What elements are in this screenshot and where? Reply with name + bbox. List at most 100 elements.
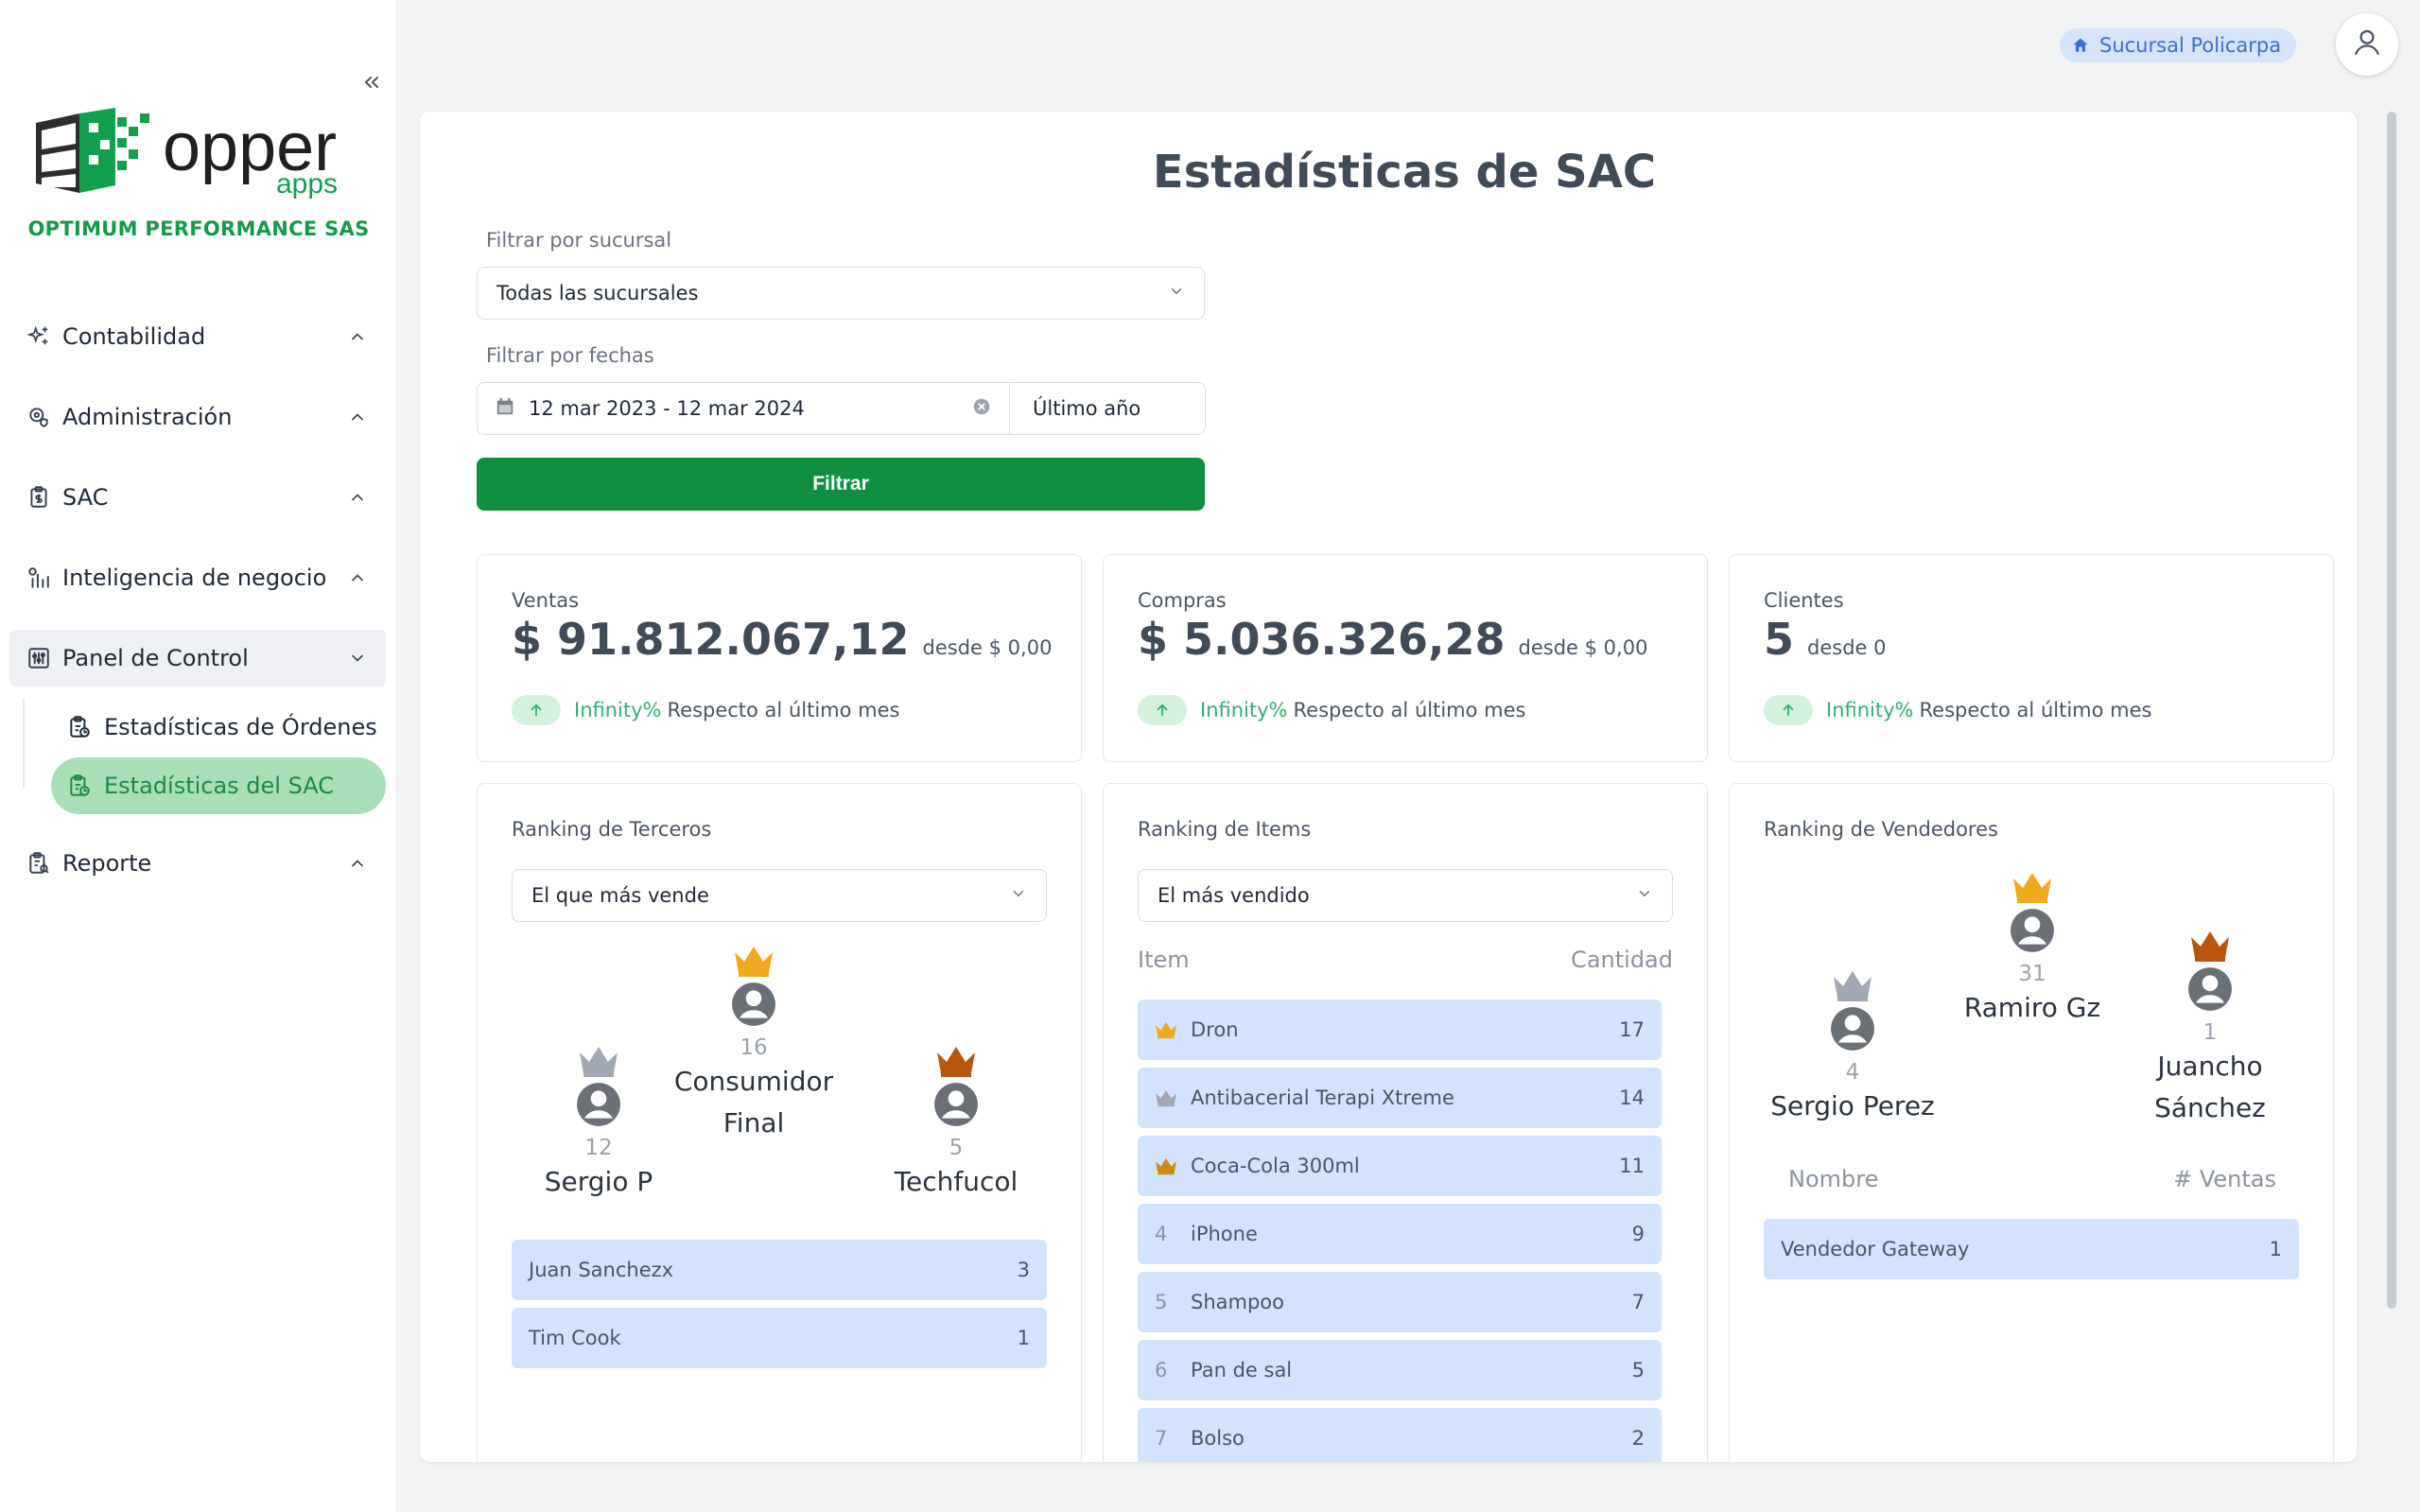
chevron-down-icon (1168, 282, 1185, 304)
page-scrollbar[interactable] (2387, 112, 2396, 1309)
table-row[interactable]: Vendedor Gateway 1 (1764, 1219, 2299, 1279)
table-row[interactable]: Dron 17 (1138, 999, 1662, 1060)
stat-since: desde 0 (1807, 636, 1887, 659)
clipboard-dollar-icon (25, 483, 53, 512)
sub-item-label: Estadísticas de Órdenes (104, 714, 377, 740)
nav-item-administracion[interactable]: Administración (9, 389, 386, 445)
silver-crown-icon (1834, 971, 1872, 1001)
table-row[interactable]: Coca-Cola 300ml 11 (1138, 1136, 1662, 1196)
date-range-value: 12 mar 2023 - 12 mar 2024 (529, 397, 805, 420)
nav-item-sac[interactable]: SAC (9, 469, 386, 526)
nav-label: Administración (62, 404, 233, 430)
terceros-sort-select[interactable]: El que más vende (512, 869, 1047, 922)
trend-text: Respecto al último mes (667, 699, 900, 721)
stat-amount: $ 91.812.067,12 (512, 614, 910, 665)
nav-item-reporte[interactable]: Reporte (9, 835, 386, 892)
table-row[interactable]: 4 iPhone 9 (1138, 1204, 1662, 1264)
sliders-icon (25, 644, 53, 672)
nav-item-inteligencia-negocio[interactable]: Inteligencia de negocio (9, 549, 386, 606)
table-row[interactable]: 5 Shampoo 7 (1138, 1272, 1662, 1332)
clear-date-icon[interactable] (971, 396, 992, 422)
date-preset-select[interactable]: Último año (1009, 382, 1206, 435)
podium-second: 4 Sergio Perez (1758, 969, 1947, 1126)
podium-name: Final (723, 1107, 785, 1138)
branch-badge[interactable]: Sucursal Policarpa (2060, 28, 2297, 62)
podium-count: 12 (584, 1136, 613, 1160)
row-rank: 5 (1155, 1291, 1168, 1313)
chevron-up-icon (344, 850, 371, 877)
podium-count: 16 (740, 1035, 768, 1060)
items-sort-value: El más vendido (1158, 884, 1310, 907)
table-row[interactable]: 7 Bolso 2 (1138, 1408, 1662, 1462)
nav-label: Inteligencia de negocio (62, 565, 327, 591)
chart-bars-icon (25, 564, 53, 592)
arrow-up-icon (512, 695, 561, 725)
row-value: 5 (1631, 1359, 1645, 1382)
nav-label: Panel de Control (62, 645, 249, 671)
date-filter-label: Filtrar por fechas (486, 344, 654, 367)
collapse-sidebar-icon[interactable] (356, 66, 388, 98)
stat-amount: $ 5.036.326,28 (1138, 614, 1506, 665)
sub-item-estadisticas-ordenes[interactable]: Estadísticas de Órdenes (51, 699, 386, 756)
sparkles-icon (25, 322, 53, 351)
podium-name: Techfucol (894, 1166, 1018, 1197)
sub-item-label: Estadísticas del SAC (104, 773, 335, 799)
row-name: Vendedor Gateway (1781, 1238, 1970, 1260)
settings-shield-icon (25, 403, 53, 431)
podium-count: 4 (1845, 1060, 1860, 1085)
bronze-crown-icon (937, 1047, 975, 1077)
chevron-up-icon (344, 323, 371, 350)
nav-item-contabilidad[interactable]: Contabilidad (9, 308, 386, 365)
column-header-cantidad: Cantidad (1571, 947, 1673, 973)
filter-button[interactable]: Filtrar (477, 458, 1205, 511)
row-value: 9 (1631, 1223, 1645, 1245)
stat-trend: Infinity% Respecto al último mes (1764, 695, 2151, 725)
table-row[interactable]: Juan Sanchezx 3 (512, 1240, 1047, 1300)
main-content: Estadísticas de SAC Filtrar por sucursal… (420, 112, 2357, 1462)
podium-count: 5 (949, 1136, 964, 1160)
chevron-up-icon (344, 565, 371, 591)
stat-label: Compras (1138, 589, 1227, 612)
table-row[interactable]: Antibacerial Terapi Xtreme 14 (1138, 1068, 1662, 1128)
chevron-up-icon (344, 404, 371, 430)
calendar-icon (495, 396, 515, 422)
row-name: Bolso (1191, 1427, 1245, 1450)
table-row[interactable]: 6 Pan de sal 5 (1138, 1340, 1662, 1400)
ranking-terceros-card: Ranking de Terceros El que más vende 16 … (477, 783, 1082, 1462)
card-title: Ranking de Items (1138, 818, 1312, 841)
branch-name: Sucursal Policarpa (2099, 34, 2282, 57)
sub-item-estadisticas-sac[interactable]: Estadísticas del SAC (51, 757, 386, 814)
user-circle-icon (2011, 909, 2054, 952)
stat-value: $ 91.812.067,12 desde $ 0,00 (512, 614, 1052, 665)
date-range-input[interactable]: 12 mar 2023 - 12 mar 2024 (477, 382, 1009, 435)
row-value: 11 (1619, 1155, 1645, 1177)
logo-subword: apps (276, 168, 338, 200)
home-icon (2071, 36, 2090, 55)
user-circle-icon (577, 1083, 620, 1126)
row-value: 7 (1631, 1291, 1645, 1313)
row-name: Coca-Cola 300ml (1191, 1155, 1360, 1177)
nav-label: Contabilidad (62, 323, 206, 350)
nav-item-panel-control[interactable]: Panel de Control (9, 630, 386, 686)
stat-card-ventas: Ventas $ 91.812.067,12 desde $ 0,00 Infin… (477, 554, 1082, 762)
row-name: Dron (1191, 1018, 1239, 1041)
user-circle-icon (2188, 967, 2232, 1011)
user-menu-button[interactable] (2336, 13, 2398, 76)
stat-amount: 5 (1764, 614, 1795, 665)
items-sort-select[interactable]: El más vendido (1138, 869, 1673, 922)
ranking-vendedores-card: Ranking de Vendedores 31 Ramiro Gz 4 Ser… (1729, 783, 2334, 1462)
user-circle-icon (934, 1083, 978, 1126)
column-header-item: Item (1138, 947, 1190, 973)
branch-filter-select[interactable]: Todas las sucursales (477, 267, 1205, 320)
gold-crown-icon (735, 947, 773, 977)
company-logo: opper apps (34, 106, 365, 200)
stat-trend: Infinity% Respecto al último mes (512, 695, 899, 725)
gold-crown-icon (2013, 873, 2051, 903)
branch-filter-value: Todas las sucursales (496, 282, 699, 304)
row-value: 3 (1017, 1259, 1030, 1281)
row-value: 17 (1619, 1018, 1645, 1041)
stat-value: 5 desde 0 (1764, 614, 1887, 665)
table-row[interactable]: Tim Cook 1 (512, 1308, 1047, 1368)
company-name: OPTIMUM PERFORMANCE SAS (27, 217, 370, 240)
podium-second: 12 Sergio P (514, 1045, 684, 1202)
